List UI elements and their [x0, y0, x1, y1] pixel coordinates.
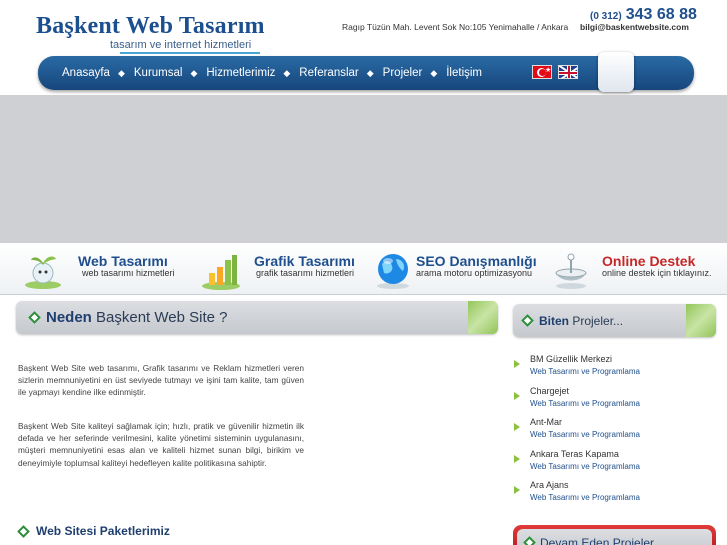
- service-subtitle: arama motoru optimizasyonu: [416, 268, 533, 278]
- list-item[interactable]: Chargejet Web Tasarımı ve Programlama: [512, 384, 712, 416]
- nav-separator-icon: ◆: [190, 67, 198, 78]
- project-category: Web Tasarımı ve Programlama: [530, 493, 640, 502]
- nav-separator-icon: ◆: [117, 67, 125, 78]
- arrow-right-icon: [514, 423, 520, 431]
- why-section-header: Neden Başkent Web Site ?: [16, 301, 498, 334]
- service-seo[interactable]: SEO Danışmanlığı arama motoru optimizasy…: [372, 243, 542, 295]
- why-paragraph-1: Başkent Web Site web tasarımı, Grafik ta…: [18, 363, 304, 398]
- diamond-bullet-icon: [28, 311, 41, 324]
- nav-item-projeler[interactable]: Projeler: [383, 67, 423, 79]
- nav-decoration-box: [598, 52, 634, 92]
- arrow-right-icon: [514, 486, 520, 494]
- project-category: Web Tasarımı ve Programlama: [530, 461, 640, 471]
- main-nav: Anasayfa ◆ Kurumsal ◆ Hizmetlerimiz ◆ Re…: [38, 52, 694, 92]
- service-subtitle: online destek için tıklayınız.: [602, 268, 712, 278]
- bar-chart-icon: [202, 255, 240, 290]
- nav-item-hizmetlerimiz[interactable]: Hizmetlerimiz: [206, 67, 275, 79]
- project-name[interactable]: BM Güzellik Merkezi: [530, 354, 612, 364]
- diamond-bullet-icon: [17, 525, 30, 538]
- list-item[interactable]: Ant-Mar Web Tasarımı ve Programlama: [512, 415, 712, 447]
- nav-separator-icon: ◆: [283, 67, 291, 78]
- project-name[interactable]: Chargejet: [530, 386, 569, 396]
- ongoing-projects-title: Devam Eden Projeler: [540, 536, 655, 545]
- header-stripe-decoration: [468, 301, 498, 334]
- project-name[interactable]: Ant-Mar: [530, 417, 562, 427]
- logo-subtitle: tasarım ve internet hizmetleri: [110, 39, 252, 51]
- project-category: Web Tasarımı ve Programlama: [530, 398, 640, 408]
- email-link[interactable]: bilgi@baskentwebsite.com: [580, 22, 689, 32]
- logo-underline: [120, 52, 260, 54]
- project-name[interactable]: Ara Ajans: [530, 480, 569, 490]
- service-title: Grafik Tasarımı: [254, 253, 355, 269]
- nav-item-referanslar[interactable]: Referanslar: [299, 67, 358, 79]
- nav-separator-icon: ◆: [366, 67, 374, 78]
- nav-item-anasayfa[interactable]: Anasayfa: [62, 67, 110, 79]
- phone-code: (0 312): [590, 11, 622, 22]
- uk-flag-icon[interactable]: [558, 65, 578, 79]
- address: Ragıp Tüzün Mah. Levent Sok No:105 Yenim…: [342, 22, 569, 32]
- banner-area: [0, 95, 727, 243]
- nav-separator-icon: ◆: [430, 67, 438, 78]
- services-bar: Web Tasarımı web tasarımı hizmetleri Gra…: [0, 243, 727, 295]
- finished-projects-title: Biten Projeler...: [539, 314, 624, 328]
- project-name[interactable]: Ankara Teras Kapama: [530, 449, 619, 459]
- nav-items: Anasayfa ◆ Kurumsal ◆ Hizmetlerimiz ◆ Re…: [62, 56, 490, 90]
- list-item[interactable]: Ankara Teras Kapama Web Tasarımı ve Prog…: [512, 447, 712, 479]
- service-title: Online Destek: [602, 253, 696, 269]
- finished-projects-list: BM Güzellik Merkezi Web Tasarımı ve Prog…: [512, 352, 712, 510]
- service-online-support[interactable]: Online Destek online destek için tıklayı…: [548, 243, 718, 295]
- service-subtitle: web tasarımı hizmetleri: [82, 268, 175, 278]
- why-paragraph-2: Başkent Web Site kaliteyi sağlamak için;…: [18, 421, 304, 468]
- globe-icon: [377, 254, 409, 289]
- phone-number: 343 68 88: [625, 6, 697, 23]
- service-title: Web Tasarımı: [78, 253, 168, 269]
- turkish-flag-icon[interactable]: ★: [532, 65, 552, 79]
- page: Başkent Web Tasarım tasarım ve internet …: [0, 0, 727, 545]
- service-web-design[interactable]: Web Tasarımı web tasarımı hizmetleri: [20, 243, 180, 295]
- service-title: SEO Danışmanlığı: [416, 253, 537, 269]
- list-item[interactable]: BM Güzellik Merkezi Web Tasarımı ve Prog…: [512, 352, 712, 384]
- arrow-right-icon: [514, 391, 520, 400]
- service-graphic-design[interactable]: Grafik Tasarımı grafik tasarımı hizmetle…: [198, 243, 368, 295]
- project-category: Web Tasarımı ve Programlama: [530, 367, 640, 376]
- arrow-right-icon: [514, 454, 520, 463]
- finished-projects-header: Biten Projeler...: [513, 304, 716, 337]
- why-section-title: Neden Başkent Web Site ?: [46, 309, 228, 326]
- project-category: Web Tasarımı ve Programlama: [530, 430, 640, 439]
- list-item[interactable]: Ara Ajans Web Tasarımı ve Programlama: [512, 478, 712, 510]
- service-subtitle: grafik tasarımı hizmetleri: [256, 268, 355, 278]
- plant-globe-icon: [25, 256, 61, 289]
- diamond-bullet-icon: [521, 314, 534, 327]
- nav-item-iletisim[interactable]: İletişim: [446, 67, 482, 79]
- packages-title: Web Sitesi Paketlerimiz: [36, 524, 170, 538]
- arrow-right-icon: [514, 360, 520, 368]
- logo-title[interactable]: Başkent Web Tasarım: [36, 13, 265, 40]
- support-device-icon: [555, 253, 587, 289]
- header-stripe-decoration: [686, 304, 716, 337]
- nav-item-kurumsal[interactable]: Kurumsal: [134, 67, 183, 79]
